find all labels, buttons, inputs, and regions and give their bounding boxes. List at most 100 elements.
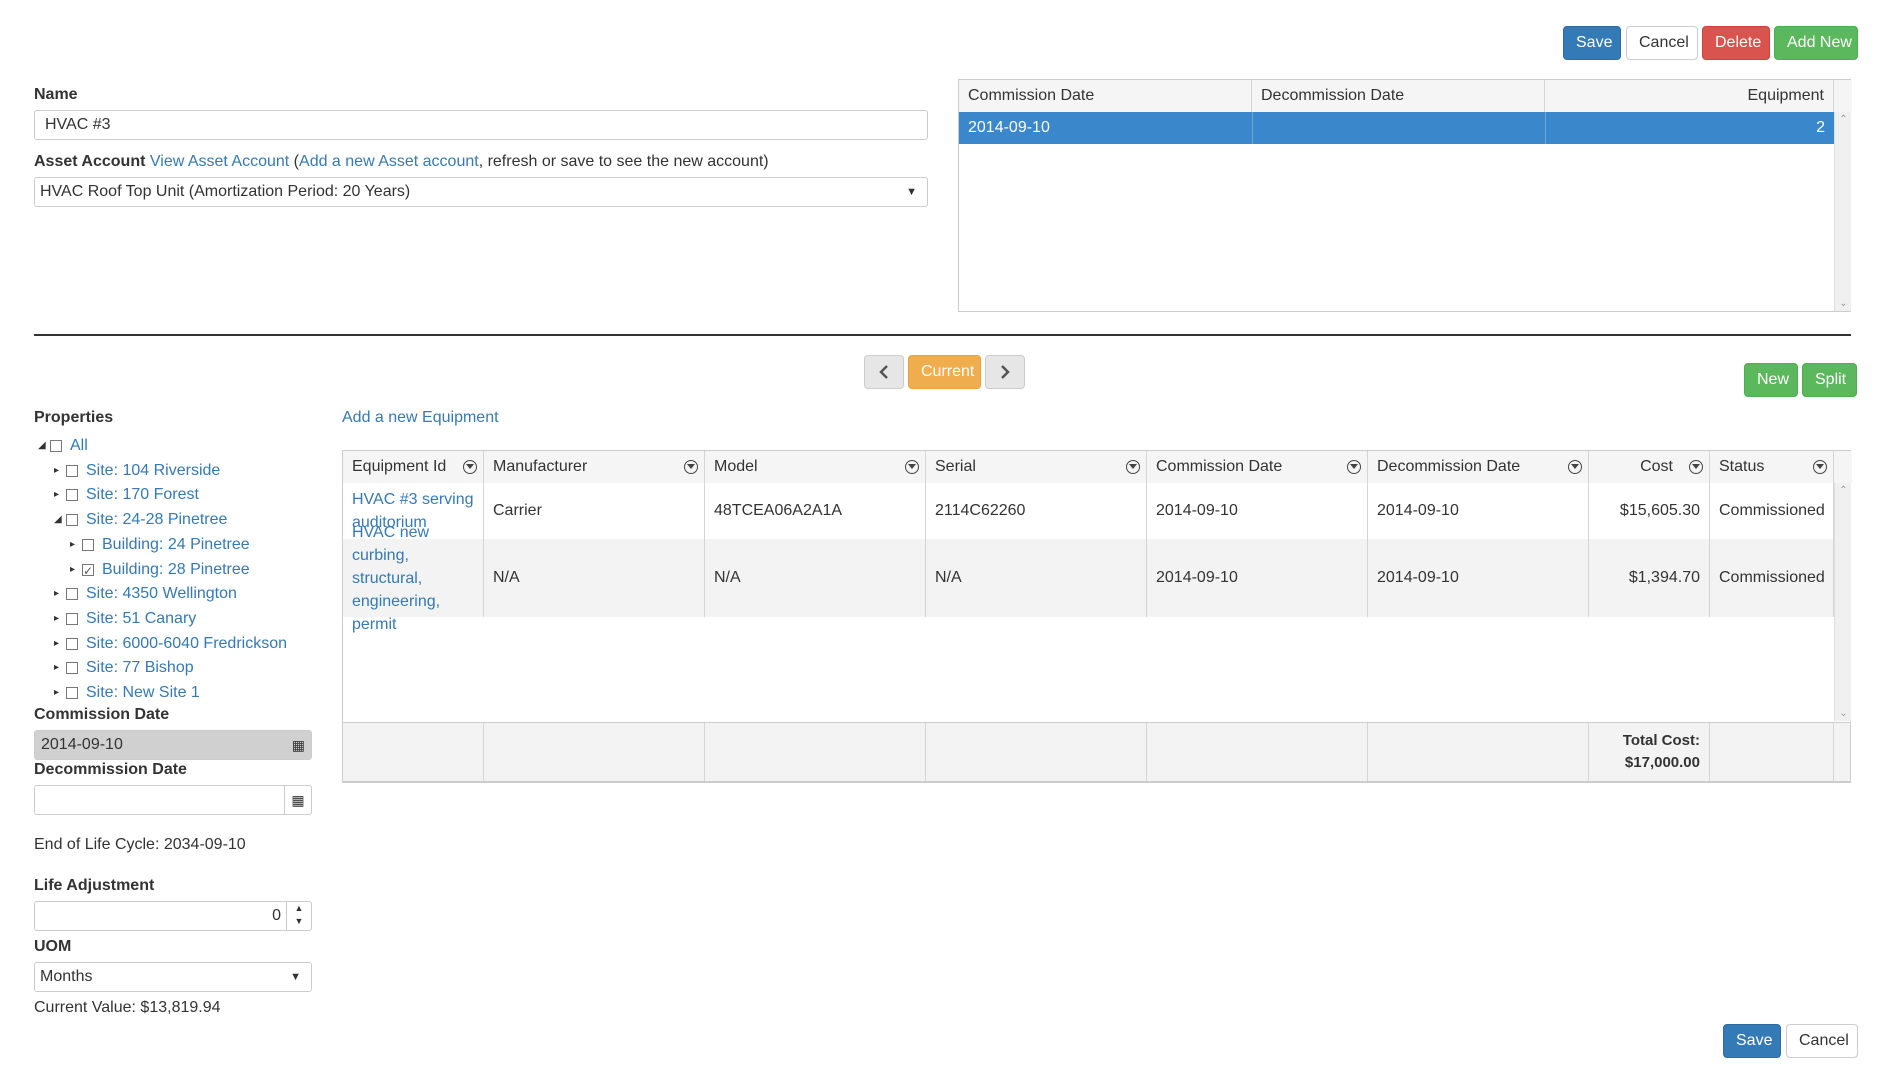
cell-cost: $1,394.70 [1589,539,1710,617]
equipment-id-link[interactable]: HVAC new curbing, [352,521,474,567]
add-equipment-link[interactable]: Add a new Equipment [342,409,499,427]
life-adjustment-stepper[interactable]: 0 ▲ ▼ [34,901,312,931]
caret-collapsed-icon[interactable]: ▸ [54,484,59,506]
tree-node-label[interactable]: Site: 77 Bishop [86,657,194,679]
equipment-header-commission-date[interactable]: Commission Date [1147,451,1368,483]
filter-icon[interactable] [1568,460,1582,474]
filter-icon[interactable] [905,460,919,474]
footer-save-button[interactable]: Save [1723,1024,1781,1058]
caret-collapsed-icon[interactable]: ▸ [54,657,59,679]
cell-commission-date: 2014-09-10 [1147,539,1368,617]
equipment-id-link[interactable]: structural, [352,567,474,590]
equipment-header-model[interactable]: Model [705,451,926,483]
tree-node-label[interactable]: Site: 6000-6040 Fredrickson [86,633,287,655]
tree-checkbox[interactable] [66,464,78,477]
tree-node-label[interactable]: Building: 24 Pinetree [102,534,250,556]
tree-checkbox[interactable] [66,514,78,527]
tree-node-label[interactable]: All [70,435,88,457]
tree-checkbox[interactable] [66,662,78,675]
paren-open: ( [289,153,300,170]
footer-cancel-button[interactable]: Cancel [1786,1024,1858,1058]
calendar-icon-button[interactable]: ▦ [284,786,311,814]
tree-checkbox[interactable] [82,560,94,582]
equipment-header-cost[interactable]: Cost [1589,451,1710,483]
filter-icon[interactable] [684,460,698,474]
tree-checkbox[interactable] [66,612,78,625]
delete-button[interactable]: Delete [1702,26,1770,60]
equipment-header-status[interactable]: Status [1710,451,1834,483]
tree-checkbox[interactable] [66,489,78,502]
tree-node-label[interactable]: Site: 24-28 Pinetree [86,509,227,531]
previous-button[interactable] [864,355,904,389]
calendar-icon[interactable]: ▦ [292,731,305,759]
tree-node-label[interactable]: Site: 104 Riverside [86,460,220,482]
scroll-up-icon[interactable]: ⌃ [1835,114,1852,125]
decommission-date-field[interactable]: ▦ [34,785,312,815]
tree-checkbox[interactable] [66,687,78,699]
equipment-grid-scrollbar[interactable]: ⌃ ⌄ [1834,483,1851,721]
save-button[interactable]: Save [1563,26,1621,60]
totals-row: Total Cost: $17,000.00 [343,722,1850,782]
cell-decommission-date: 2014-09-10 [1368,483,1589,539]
equipment-header-decommission-date[interactable]: Decommission Date [1368,451,1589,483]
cell-text: 2014-09-10 [1377,502,1459,519]
asset-account-select[interactable]: HVAC Roof Top Unit (Amortization Period:… [34,177,928,207]
filter-icon[interactable] [463,460,477,474]
commission-grid-header-decommission-date[interactable]: Decommission Date [1252,80,1545,112]
filter-icon[interactable] [1126,460,1140,474]
equipment-id-link[interactable]: engineering, permit [352,590,474,636]
cell-equipment-id[interactable]: HVAC new curbing, structural, engineering,… [343,524,484,633]
tree-checkbox[interactable] [82,538,94,551]
caret-expanded-icon[interactable]: ◢ [38,435,46,457]
commission-grid-header-equipment[interactable]: Equipment [1545,80,1834,112]
filter-icon[interactable] [1347,460,1361,474]
filter-icon[interactable] [1813,460,1827,474]
add-new-button[interactable]: Add New [1774,26,1858,60]
cell-serial: 2114C62260 [926,483,1147,539]
caret-collapsed-icon[interactable]: ▸ [54,633,59,655]
caret-collapsed-icon[interactable]: ▸ [54,460,59,482]
next-button[interactable] [985,355,1025,389]
caret-collapsed-icon[interactable]: ▸ [70,559,75,581]
caret-collapsed-icon[interactable]: ▸ [54,682,59,704]
equipment-header-equipment-id[interactable]: Equipment Id [343,451,484,483]
commission-grid-row[interactable]: 2014-09-10 2 [959,112,1834,144]
new-button[interactable]: New [1744,363,1798,397]
scroll-down-icon[interactable]: ⌄ [1835,708,1852,719]
stepper-buttons[interactable]: ▲ ▼ [286,902,311,930]
cancel-button[interactable]: Cancel [1626,26,1698,60]
increment-icon[interactable]: ▲ [287,902,311,915]
tree-checkbox[interactable] [50,440,62,452]
commission-grid-header-commission-date[interactable]: Commission Date [959,80,1252,112]
equipment-header-manufacturer[interactable]: Manufacturer [484,451,705,483]
tree-node-label[interactable]: Site: 4350 Wellington [86,583,237,605]
caret-collapsed-icon[interactable]: ▸ [54,608,59,630]
view-asset-account-link[interactable]: View Asset Account [150,153,289,170]
cell-text: N/A [493,569,520,586]
tree-checkbox[interactable] [66,588,78,601]
add-asset-account-link[interactable]: Add a new Asset account [299,153,479,170]
caret-collapsed-icon[interactable]: ▸ [70,534,75,556]
split-button[interactable]: Split [1802,363,1857,397]
table-row[interactable]: HVAC #3 serving auditorium Carrier 48TCEA06… [343,483,1834,539]
filter-icon[interactable] [1689,460,1703,474]
properties-label: Properties [34,409,114,426]
scroll-down-icon[interactable]: ⌄ [1835,298,1852,309]
tree-node-label[interactable]: Site: 51 Canary [86,608,196,630]
caret-expanded-icon[interactable]: ◢ [54,509,62,531]
current-button[interactable]: Current [908,355,981,389]
table-row[interactable]: HVAC new curbing, structural, engineering,… [343,524,1834,633]
tree-node-label[interactable]: Site: New Site 1 [86,682,200,704]
total-cost-value: $17,000.00 [1624,754,1700,771]
tree-checkbox[interactable] [66,637,78,650]
name-field[interactable]: HVAC #3 [34,110,928,140]
equipment-id-link[interactable]: HVAC #3 serving [352,488,474,511]
commission-grid-scrollbar[interactable]: ⌃ ⌄ [1834,112,1851,311]
tree-node-label[interactable]: Site: 170 Forest [86,484,199,506]
decrement-icon[interactable]: ▼ [287,915,311,928]
uom-select[interactable]: Months ▼ [34,962,312,992]
equipment-header-serial[interactable]: Serial [926,451,1147,483]
tree-node-label[interactable]: Building: 28 Pinetree [102,559,250,581]
caret-collapsed-icon[interactable]: ▸ [54,583,59,605]
scroll-up-icon[interactable]: ⌃ [1835,485,1852,496]
